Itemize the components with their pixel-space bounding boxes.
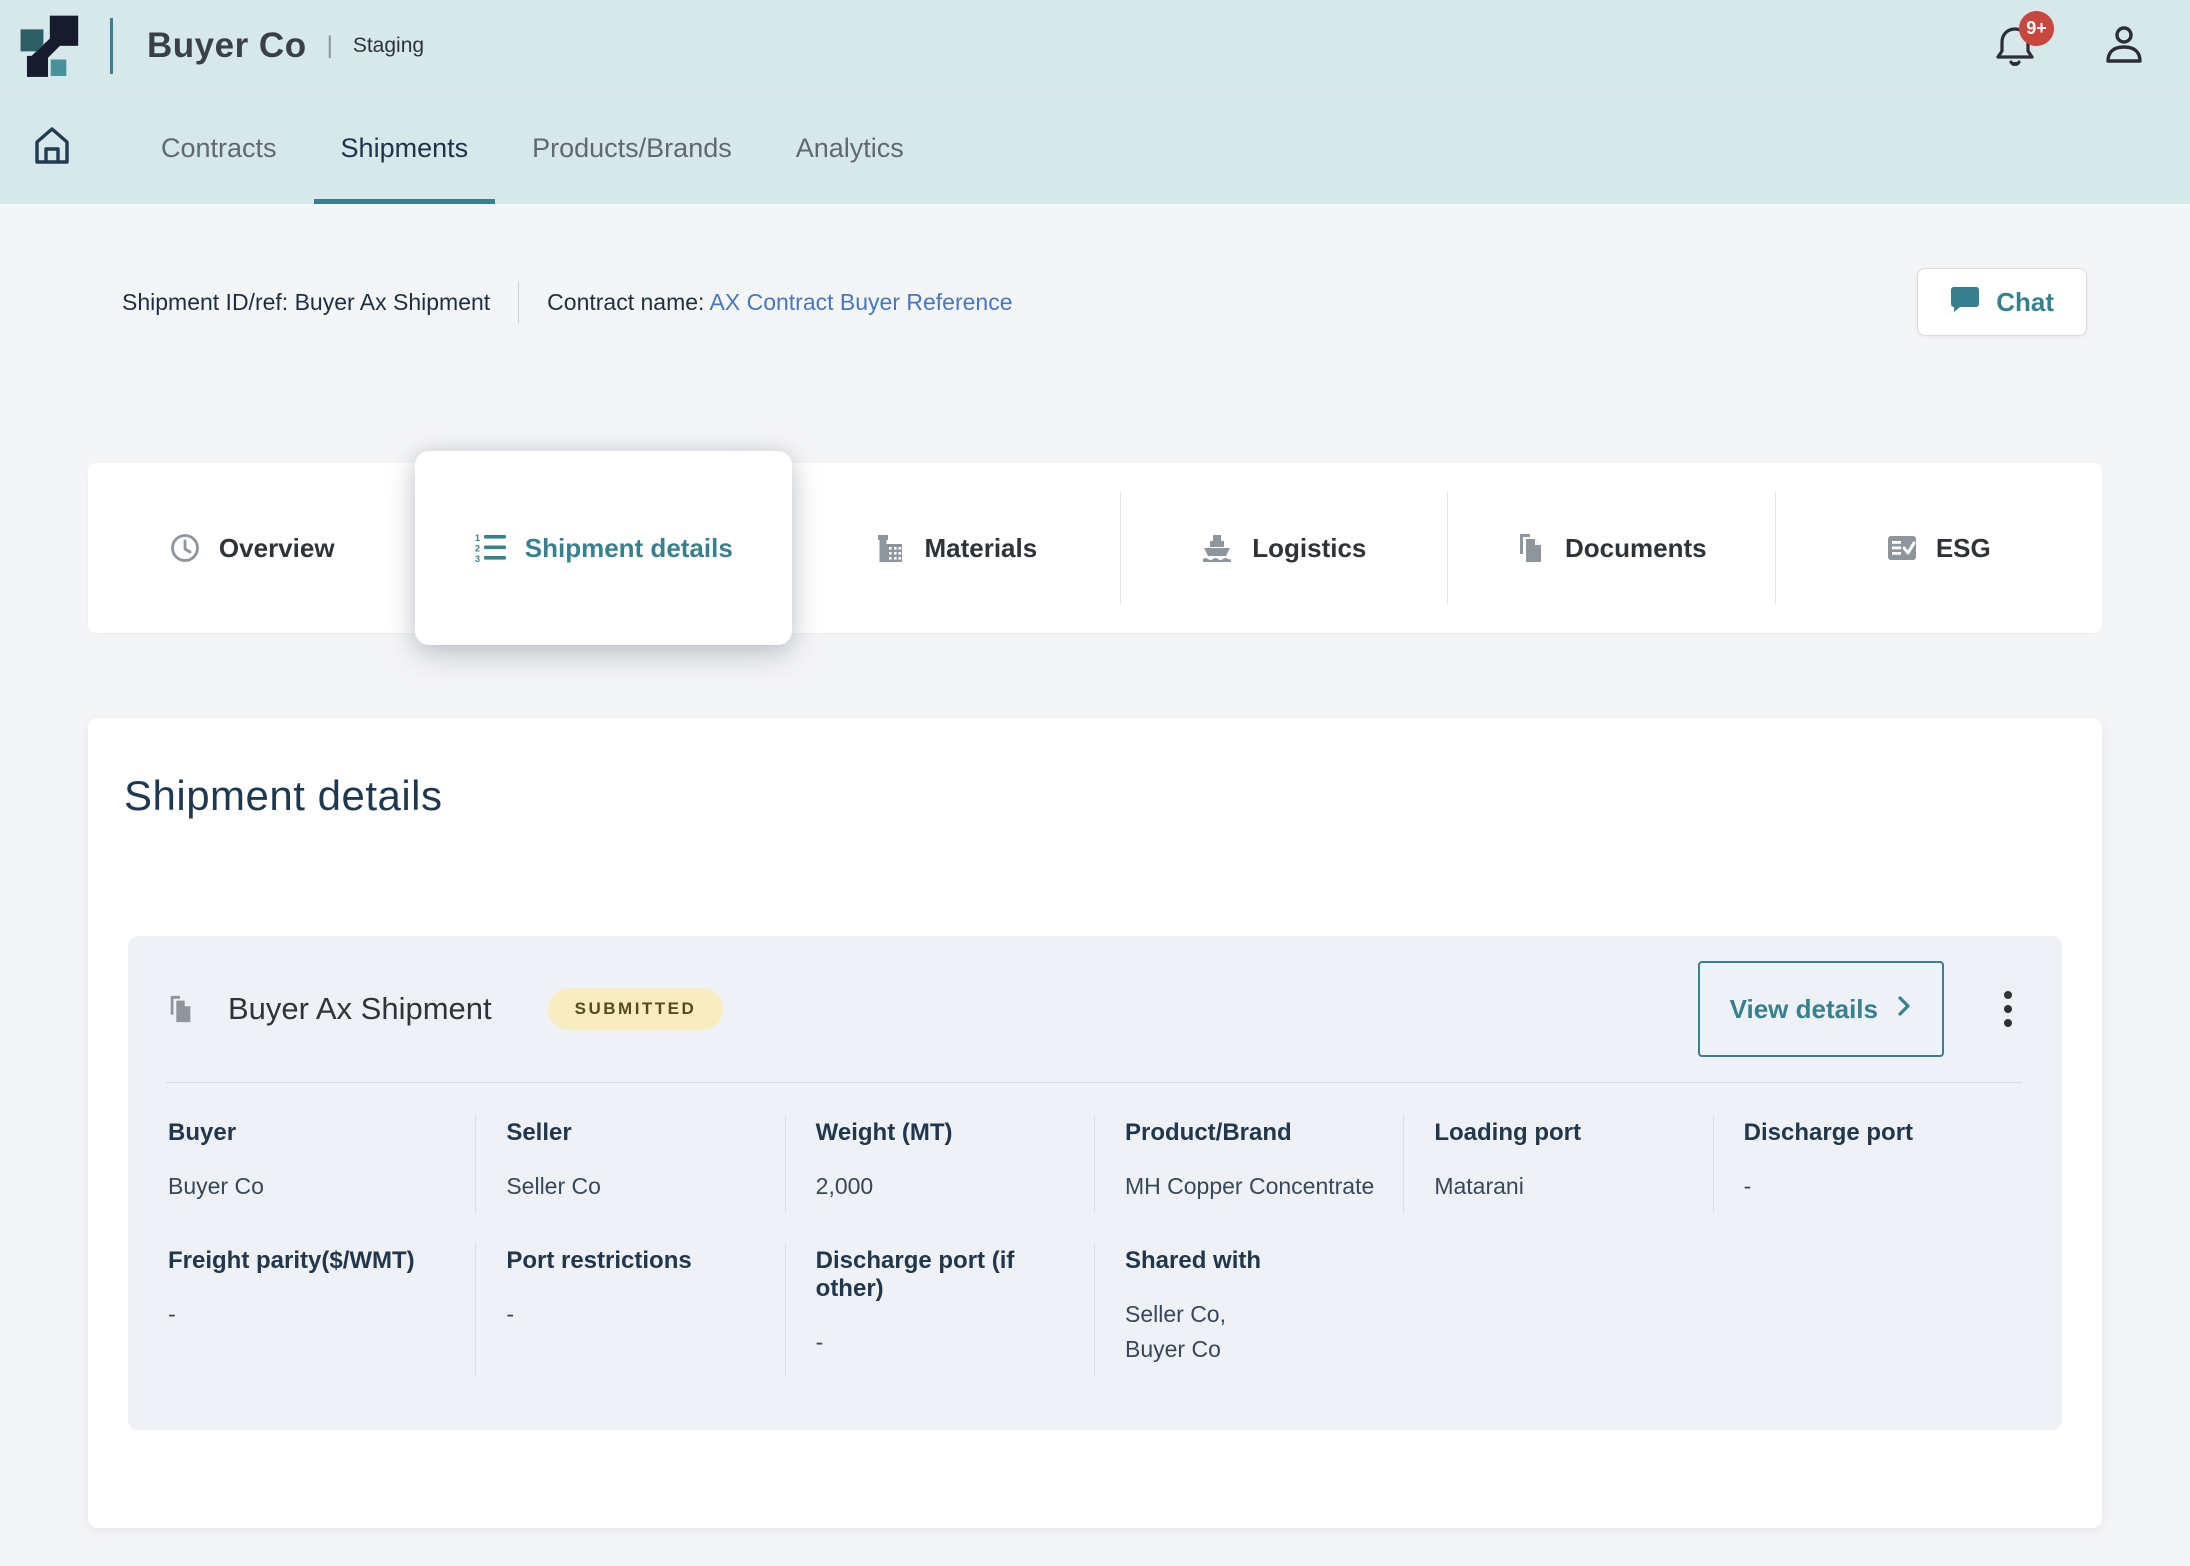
field-discharge-port: Discharge port - bbox=[1713, 1115, 2022, 1213]
field-label: Freight parity($/WMT) bbox=[168, 1247, 463, 1275]
view-details-button[interactable]: View details bbox=[1698, 961, 1944, 1057]
svg-text:3: 3 bbox=[475, 554, 480, 564]
field-label: Discharge port (if other) bbox=[816, 1247, 1082, 1303]
field-label: Shared with bbox=[1125, 1247, 1391, 1275]
tab-label: ESG bbox=[1936, 533, 1991, 564]
tab-overview[interactable]: Overview bbox=[88, 463, 415, 633]
shipment-ref-row: Shipment ID/ref: Buyer Ax Shipment Contr… bbox=[122, 268, 2087, 336]
field-value: - bbox=[168, 1297, 463, 1333]
field-label: Buyer bbox=[168, 1119, 463, 1147]
tab-label: Logistics bbox=[1252, 533, 1366, 564]
svg-text:1: 1 bbox=[475, 533, 480, 543]
field-label: Seller bbox=[506, 1119, 772, 1147]
field-value: 2,000 bbox=[816, 1169, 1082, 1205]
company-logo-icon bbox=[16, 11, 80, 82]
contract-name-label: Contract name: bbox=[547, 289, 709, 315]
env-separator: | bbox=[327, 32, 333, 60]
field-label: Loading port bbox=[1434, 1119, 1700, 1147]
tab-label: Shipment details bbox=[525, 533, 733, 564]
app-name: Buyer Co bbox=[147, 26, 307, 66]
documents-icon bbox=[1515, 532, 1547, 564]
view-details-label: View details bbox=[1730, 994, 1878, 1025]
field-buyer: Buyer Buyer Co bbox=[166, 1115, 475, 1213]
field-value: - bbox=[816, 1325, 1082, 1361]
empty-cell bbox=[1403, 1243, 1712, 1376]
ref-divider bbox=[518, 281, 519, 323]
field-value: Matarani bbox=[1434, 1169, 1700, 1205]
field-seller: Seller Seller Co bbox=[475, 1115, 784, 1213]
contract-name-text: Contract name: AX Contract Buyer Referen… bbox=[547, 289, 1012, 316]
account-button[interactable] bbox=[2102, 21, 2146, 72]
nav-item-contracts[interactable]: Contracts bbox=[134, 93, 304, 204]
chat-button-label: Chat bbox=[1996, 287, 2054, 318]
field-label: Port restrictions bbox=[506, 1247, 772, 1275]
field-product-brand: Product/Brand MH Copper Concentrate bbox=[1094, 1115, 1403, 1213]
contract-name-link[interactable]: AX Contract Buyer Reference bbox=[710, 289, 1013, 315]
home-button[interactable] bbox=[18, 93, 86, 204]
shipment-title: Buyer Ax Shipment bbox=[228, 991, 492, 1027]
field-value: Seller Co bbox=[506, 1169, 772, 1205]
tab-esg[interactable]: ESG bbox=[1775, 463, 2102, 633]
field-weight: Weight (MT) 2,000 bbox=[785, 1115, 1094, 1213]
field-freight-parity: Freight parity($/WMT) - bbox=[166, 1243, 475, 1376]
shipment-summary-card: Buyer Ax Shipment SUBMITTED View details bbox=[128, 936, 2062, 1430]
tab-materials[interactable]: Materials bbox=[792, 463, 1119, 633]
svg-text:2: 2 bbox=[475, 544, 480, 554]
section-title: Shipment details bbox=[124, 772, 2066, 820]
field-label: Weight (MT) bbox=[816, 1119, 1082, 1147]
clock-icon bbox=[169, 532, 201, 564]
more-options-button[interactable] bbox=[1994, 979, 2022, 1039]
esg-checklist-icon bbox=[1886, 532, 1918, 564]
factory-icon bbox=[874, 532, 906, 564]
env-label: Staging bbox=[353, 34, 424, 58]
tab-logistics[interactable]: Logistics bbox=[1120, 463, 1447, 633]
copy-file-icon bbox=[166, 993, 196, 1025]
nav-item-products-brands[interactable]: Products/Brands bbox=[505, 93, 759, 204]
field-value: MH Copper Concentrate bbox=[1125, 1169, 1391, 1205]
logo-divider bbox=[110, 18, 113, 74]
chat-bubble-icon bbox=[1950, 284, 1980, 321]
tab-shipment-details[interactable]: 1 2 3 Shipment details bbox=[415, 451, 792, 645]
field-value: Buyer Co bbox=[168, 1169, 463, 1205]
field-loading-port: Loading port Matarani bbox=[1403, 1115, 1712, 1213]
nav-item-shipments[interactable]: Shipments bbox=[314, 93, 496, 204]
tab-documents[interactable]: Documents bbox=[1447, 463, 1774, 633]
home-icon bbox=[32, 125, 72, 172]
field-label: Product/Brand bbox=[1125, 1119, 1391, 1147]
tab-label: Materials bbox=[924, 533, 1037, 564]
field-value: - bbox=[506, 1297, 772, 1333]
person-icon bbox=[2102, 54, 2146, 71]
shipment-id-text: Shipment ID/ref: Buyer Ax Shipment bbox=[122, 289, 490, 316]
shared-with-line-2: Buyer Co bbox=[1125, 1332, 1391, 1368]
nav-item-analytics[interactable]: Analytics bbox=[769, 93, 931, 204]
shipment-tab-bar: Overview 1 2 3 Shipment details bbox=[88, 463, 2102, 633]
field-value: - bbox=[1744, 1169, 2010, 1205]
field-port-restrictions: Port restrictions - bbox=[475, 1243, 784, 1376]
shipment-details-panel: Shipment details Buyer Ax Shipment SUBMI… bbox=[88, 718, 2102, 1528]
shared-with-line-1: Seller Co, bbox=[1125, 1297, 1391, 1333]
notifications-button[interactable]: 9+ bbox=[1994, 23, 2036, 69]
notification-count-badge: 9+ bbox=[2019, 11, 2054, 46]
field-value: Seller Co, Buyer Co bbox=[1125, 1297, 1391, 1368]
card-header-divider bbox=[166, 1082, 2022, 1083]
field-discharge-port-other: Discharge port (if other) - bbox=[785, 1243, 1094, 1376]
shipment-card-header: Buyer Ax Shipment SUBMITTED View details bbox=[166, 960, 2022, 1058]
status-badge: SUBMITTED bbox=[548, 988, 724, 1030]
field-shared-with: Shared with Seller Co, Buyer Co bbox=[1094, 1243, 1403, 1376]
numbered-list-icon: 1 2 3 bbox=[475, 532, 507, 564]
empty-cell bbox=[1713, 1243, 2022, 1376]
chat-button[interactable]: Chat bbox=[1917, 268, 2087, 336]
tab-label: Overview bbox=[219, 533, 335, 564]
ship-icon bbox=[1200, 532, 1234, 564]
chevron-right-icon bbox=[1896, 994, 1912, 1025]
tab-label: Documents bbox=[1565, 533, 1707, 564]
primary-nav: Contracts Shipments Products/Brands Anal… bbox=[0, 92, 2190, 204]
field-label: Discharge port bbox=[1744, 1119, 2010, 1147]
app-header: Buyer Co | Staging 9+ bbox=[0, 0, 2190, 92]
page: Buyer Co | Staging 9+ bbox=[0, 0, 2190, 1566]
shipment-fields-grid: Buyer Buyer Co Seller Seller Co Weight (… bbox=[166, 1115, 2022, 1376]
